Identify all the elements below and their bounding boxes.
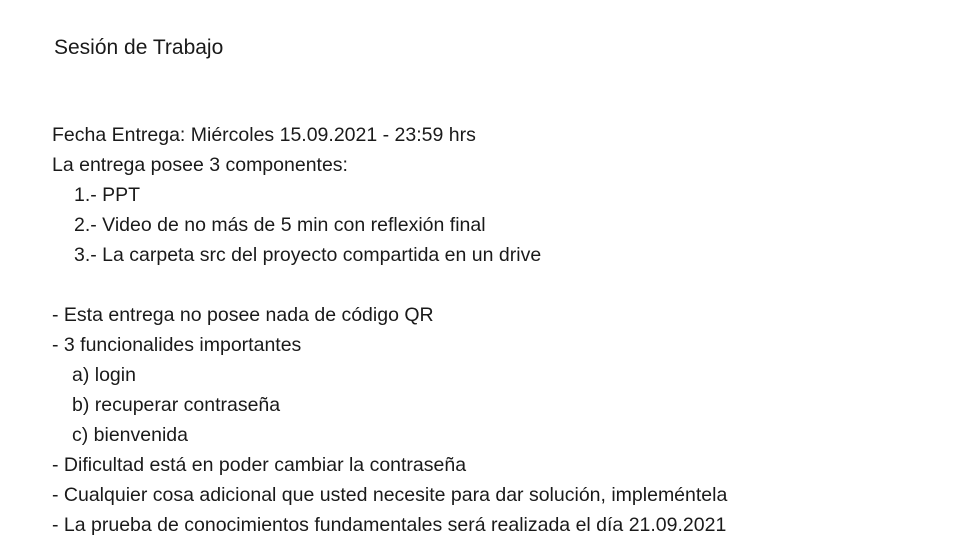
note-exam-date: - La prueba de conocimientos fundamental… [52,514,727,536]
functionality-item-welcome: c) bienvenida [72,424,188,446]
component-item-src-folder: 3.- La carpeta src del proyecto comparti… [74,244,542,266]
note-difficulty: - Dificultad está en poder cambiar la co… [52,454,467,476]
functionality-item-recover-password: b) recuperar contraseña [72,394,281,416]
note-no-qr: - Esta entrega no posee nada de código Q… [52,304,434,326]
document-body: Fecha Entrega: Miércoles 15.09.2021 - 23… [52,120,727,540]
component-item-video: 2.- Video de no más de 5 min con reflexi… [74,214,486,236]
components-intro: La entrega posee 3 componentes: [52,154,348,176]
component-item-ppt: 1.- PPT [74,184,141,206]
functionality-item-login: a) login [72,364,136,386]
page-title: Sesión de Trabajo [54,36,224,59]
delivery-date-line: Fecha Entrega: Miércoles 15.09.2021 - 23… [52,124,476,146]
note-additional: - Cualquier cosa adicional que usted nec… [52,484,728,506]
functionalities-intro: - 3 funcionalides importantes [52,334,302,356]
